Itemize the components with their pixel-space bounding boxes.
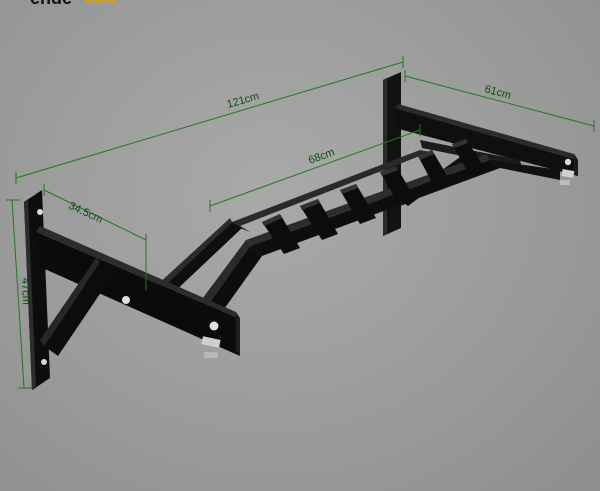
front-long-bar: [194, 154, 560, 326]
label-depth: 61cm: [483, 83, 512, 102]
logo-text: ende: [30, 0, 72, 8]
right-wall-plate: [383, 72, 401, 236]
label-grip-length: 68cm: [307, 146, 336, 166]
brand-logo: ende ■■■: [30, 0, 117, 8]
product-render: ende ■■■: [0, 0, 600, 491]
label-bracket-offset: 34.5cm: [67, 200, 105, 226]
label-overall-length: 121cm: [226, 90, 261, 111]
pullup-bar-diagram: ende ■■■: [6, 0, 595, 390]
label-height: 47cm: [19, 278, 32, 305]
logo-accent: ■■■: [84, 0, 117, 8]
